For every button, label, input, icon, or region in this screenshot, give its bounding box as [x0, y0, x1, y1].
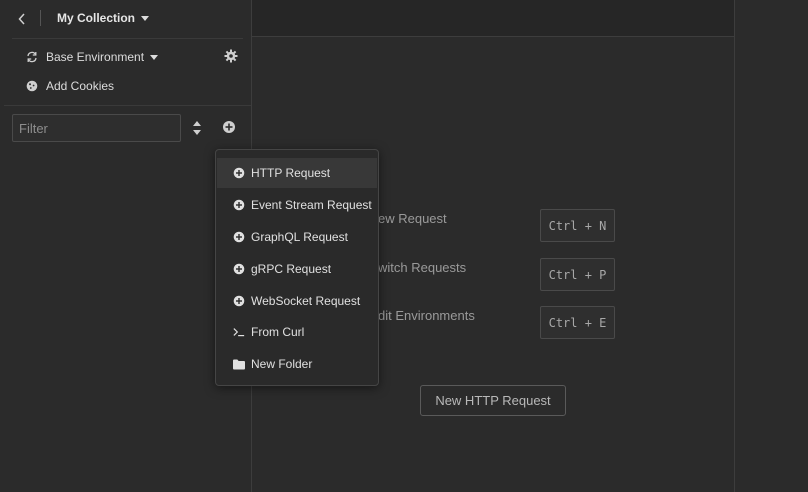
create-menu: HTTP Request Event Stream Request GraphQ… [215, 149, 379, 386]
menu-item-http-request[interactable]: HTTP Request [217, 158, 377, 188]
filter-input[interactable] [12, 114, 181, 142]
right-pane [735, 0, 808, 492]
folder-icon [233, 358, 245, 370]
cookie-icon [26, 80, 38, 92]
header-divider [40, 10, 41, 26]
menu-item-from-curl[interactable]: From Curl [217, 317, 377, 347]
menu-item-event-stream-request[interactable]: Event Stream Request [217, 190, 377, 220]
new-http-request-button[interactable]: New HTTP Request [420, 385, 566, 416]
menu-item-graphql-request[interactable]: GraphQL Request [217, 222, 377, 252]
shortcut-keys-edit-environments: Ctrl + E [540, 306, 615, 339]
menu-item-label: From Curl [251, 325, 305, 339]
menu-item-new-folder[interactable]: New Folder [217, 349, 377, 379]
gear-icon[interactable] [224, 49, 238, 63]
environment-label: Base Environment [46, 50, 145, 64]
plus-circle-icon [233, 199, 245, 211]
menu-item-websocket-request[interactable]: WebSocket Request [217, 286, 377, 316]
sidebar-header: My Collection [0, 0, 251, 38]
terminal-icon [233, 326, 245, 338]
menu-item-label: HTTP Request [251, 166, 331, 180]
menu-item-label: GraphQL Request [251, 230, 348, 244]
collection-title[interactable]: My Collection [57, 11, 150, 25]
menu-item-label: Event Stream Request [251, 198, 372, 212]
refresh-icon [27, 51, 37, 63]
chevron-down-icon [141, 15, 150, 21]
plus-circle-icon [233, 295, 245, 307]
menu-item-label: New Folder [251, 357, 313, 371]
menu-item-label: gRPC Request [251, 262, 332, 276]
collection-title-label: My Collection [57, 11, 136, 25]
sort-icon[interactable] [191, 120, 203, 136]
shortcut-label-new-request: ew Request [378, 211, 447, 226]
plus-circle-icon [233, 263, 245, 275]
add-cookies-button[interactable]: Add Cookies [26, 77, 114, 95]
plus-circle-icon [233, 167, 245, 179]
shortcut-label-switch-requests: witch Requests [378, 260, 467, 275]
main-header [252, 0, 734, 37]
divider [4, 105, 251, 106]
environment-selector[interactable]: Base Environment [26, 48, 241, 66]
chevron-left-icon [18, 13, 25, 25]
shortcut-keys-new-request: Ctrl + N [540, 209, 615, 242]
plus-circle-icon[interactable] [222, 120, 236, 134]
shortcut-keys-switch-requests: Ctrl + P [540, 258, 615, 291]
add-cookies-label: Add Cookies [46, 79, 115, 93]
chevron-down-icon [150, 54, 159, 60]
menu-item-label: WebSocket Request [251, 294, 361, 308]
menu-item-grpc-request[interactable]: gRPC Request [217, 254, 377, 284]
back-button[interactable] [14, 10, 30, 28]
shortcut-label-edit-environments: dit Environments [378, 308, 475, 323]
divider [12, 38, 243, 39]
plus-circle-icon [233, 231, 245, 243]
